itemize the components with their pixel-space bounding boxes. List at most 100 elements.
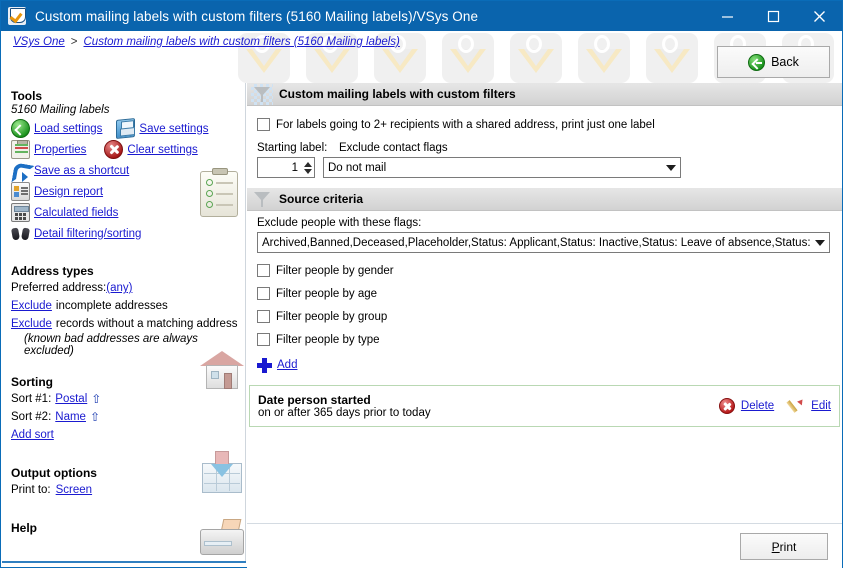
exclude-flags-caption: Exclude people with these flags:: [257, 217, 422, 229]
sidebar-item-detail-filtering[interactable]: Detail filtering/sorting: [34, 228, 141, 240]
sidebar-item-save-as-shortcut[interactable]: Save as a shortcut: [34, 165, 129, 177]
header-band: VSys One > Custom mailing labels with cust…: [2, 31, 842, 83]
funnel-icon: [251, 83, 273, 105]
maximize-icon[interactable]: [750, 1, 796, 31]
back-button-label: Back: [771, 55, 799, 69]
spinner-up-icon[interactable]: [303, 161, 312, 167]
house-illustration-icon: [200, 349, 244, 391]
tools-row-6: Detail filtering/sorting: [11, 223, 245, 244]
filter-age-label: Filter people by age: [276, 287, 378, 300]
window-title: Custom mailing labels with custom filter…: [35, 8, 479, 24]
exclude-contact-flags-value: Do not mail: [328, 161, 387, 174]
filter-gender-checkbox[interactable]: [257, 264, 270, 277]
sidebar-item-load-settings[interactable]: Load settings: [34, 123, 102, 135]
add-criteria-link[interactable]: Add: [277, 359, 297, 371]
print-button-accel: P: [771, 539, 780, 554]
close-icon[interactable]: [796, 1, 842, 31]
section-header-source-criteria: Source criteria: [247, 188, 842, 211]
starting-label-value: 1: [291, 161, 298, 174]
shared-address-label: For labels going to 2+ recipients with a…: [276, 118, 655, 131]
save-settings-icon: [116, 118, 136, 139]
exclude-flags-select[interactable]: Archived,Banned,Deceased,Placeholder,Sta…: [257, 232, 830, 253]
edit-pencil-icon[interactable]: [788, 398, 805, 414]
application-window: Custom mailing labels with custom filter…: [0, 0, 843, 568]
back-button[interactable]: Back: [717, 46, 830, 78]
starting-label-caption: Starting label:: [257, 142, 328, 154]
tools-subtitle: 5160 Mailing labels: [11, 104, 110, 116]
funnel-icon: [251, 189, 273, 210]
sidebar: Tools 5160 Mailing labels Load settings …: [2, 83, 246, 561]
shared-address-checkbox[interactable]: [257, 118, 270, 131]
sidebar-item-clear-settings[interactable]: Clear settings: [127, 144, 197, 156]
chevron-down-icon[interactable]: [811, 233, 829, 252]
exclude-incomplete-row: Exclude incomplete addresses: [11, 297, 245, 315]
delete-icon[interactable]: [718, 398, 735, 414]
breadcrumb-root[interactable]: VSys One: [13, 36, 65, 48]
filter-gender-row: Filter people by gender: [257, 259, 842, 282]
tools-row-2: Properties Clear settings: [11, 139, 245, 160]
window-controls: [704, 1, 842, 31]
starting-label-spinner-buttons[interactable]: [301, 158, 314, 177]
sidebar-item-properties[interactable]: Properties: [34, 144, 86, 156]
criteria-card-date-person-started: Date person started on or after 365 days…: [249, 385, 840, 427]
address-types-heading: Address types: [11, 264, 94, 278]
filter-age-checkbox[interactable]: [257, 287, 270, 300]
back-arrow-icon: [748, 53, 766, 71]
sidebar-item-calculated-fields[interactable]: Calculated fields: [34, 207, 118, 219]
exclude-incomplete-link[interactable]: Exclude: [11, 300, 52, 312]
exclude-contact-flags-select[interactable]: Do not mail: [323, 157, 681, 178]
sort-2-label: Sort #2:: [11, 411, 52, 423]
filter-group-label: Filter people by group: [276, 310, 388, 323]
preferred-address-row: Preferred address: (any): [11, 279, 245, 297]
sort-2-row: Sort #2: Name ⇧: [11, 408, 245, 426]
section-header-custom-labels: Custom mailing labels with custom filter…: [247, 83, 842, 106]
add-sort-link[interactable]: Add sort: [11, 429, 54, 441]
print-to-value[interactable]: Screen: [56, 484, 92, 496]
breadcrumb-current[interactable]: Custom mailing labels with custom filter…: [84, 36, 400, 48]
breadcrumb-separator: >: [70, 36, 78, 48]
criteria-edit-link[interactable]: Edit: [811, 400, 831, 412]
add-sort-row: Add sort: [11, 426, 245, 444]
printer-illustration-icon: [200, 519, 245, 561]
exclude-nomatch-link[interactable]: Exclude: [11, 318, 52, 330]
criteria-delete-link[interactable]: Delete: [741, 400, 774, 412]
sidebar-item-design-report[interactable]: Design report: [34, 186, 103, 198]
print-button-label: rint: [779, 539, 797, 554]
sidebar-bottom-rule: [2, 561, 246, 563]
vsys-shield-icon: [8, 7, 26, 25]
filter-type-checkbox[interactable]: [257, 333, 270, 346]
sort-1-value[interactable]: Postal: [55, 393, 87, 405]
print-to-label: Print to:: [11, 484, 51, 496]
sort-2-ascending-arrow-icon[interactable]: ⇧: [90, 410, 100, 424]
exclude-nomatch-row: Exclude records without a matching addre…: [11, 315, 245, 333]
sort-1-row: Sort #1: Postal ⇧: [11, 390, 245, 408]
filter-group-row: Filter people by group: [257, 305, 842, 328]
print-button[interactable]: Print: [740, 533, 828, 560]
calculated-fields-icon: [11, 203, 30, 222]
clear-settings-icon: [104, 140, 124, 159]
footer-bar: Print: [247, 523, 842, 568]
tools-row-1: Load settings Save settings: [11, 118, 245, 139]
sort-2-value[interactable]: Name: [55, 411, 86, 423]
exclude-flags-value: Archived,Banned,Deceased,Placeholder,Sta…: [262, 236, 811, 249]
minimize-icon[interactable]: [704, 1, 750, 31]
exclude-incomplete-text: incomplete addresses: [55, 300, 168, 312]
sort-illustration-icon: [202, 451, 242, 493]
criteria-card-actions: Delete Edit: [718, 398, 831, 414]
chevron-down-icon[interactable]: [662, 158, 680, 177]
starting-label-stepper[interactable]: 1: [257, 157, 315, 178]
filter-age-row: Filter people by age: [257, 282, 842, 305]
sort-1-ascending-arrow-icon[interactable]: ⇧: [91, 392, 101, 406]
sidebar-item-save-settings[interactable]: Save settings: [139, 123, 208, 135]
exclude-nomatch-text: records without a matching address: [55, 318, 238, 330]
filter-gender-label: Filter people by gender: [276, 264, 394, 277]
spinner-down-icon[interactable]: [303, 168, 312, 174]
filter-group-checkbox[interactable]: [257, 310, 270, 323]
preferred-address-value[interactable]: (any): [106, 282, 132, 294]
section-title-custom-labels: Custom mailing labels with custom filter…: [279, 87, 516, 101]
labels-field-inputs-row: 1 Do not mail: [257, 157, 842, 178]
exclude-contact-flags-caption: Exclude contact flags: [339, 142, 448, 154]
detail-filtering-icon: [11, 224, 30, 243]
clipboard-illustration-icon: [200, 168, 238, 217]
add-criteria-row[interactable]: Add: [257, 353, 842, 377]
